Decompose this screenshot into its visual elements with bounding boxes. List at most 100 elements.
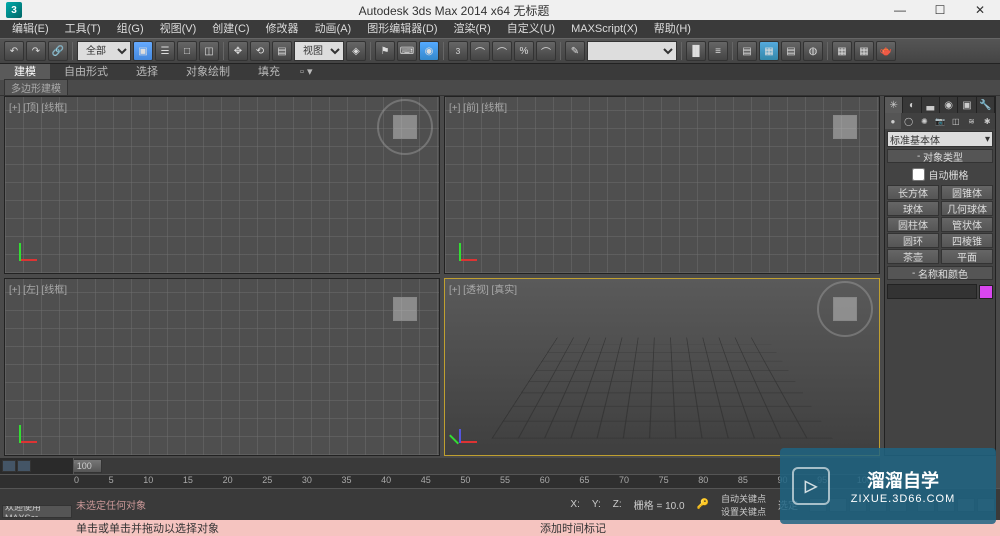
subtab-cameras[interactable]: 📷 <box>932 113 948 129</box>
rollout-name-color[interactable]: - 名称和颜色 <box>887 266 993 280</box>
key-icon[interactable]: 🔑 <box>691 499 715 510</box>
btn-plane[interactable]: 平面 <box>941 249 993 264</box>
tab-modify[interactable]: ◐ <box>903 97 921 113</box>
subtab-helpers[interactable]: ◫ <box>948 113 964 129</box>
link-button[interactable]: 🔗 <box>48 41 68 61</box>
tab-display[interactable]: ▣ <box>958 97 976 113</box>
select-name-button[interactable]: ☰ <box>155 41 175 61</box>
menu-render[interactable]: 渲染(R) <box>446 21 499 37</box>
menu-grapheditor[interactable]: 图形编辑器(D) <box>359 21 445 37</box>
viewport-label[interactable]: [+] [前] [线框] <box>449 99 507 114</box>
scale-button[interactable]: ▤ <box>272 41 292 61</box>
rollout-object-type[interactable]: - 对象类型 <box>887 149 993 163</box>
menu-maxscript[interactable]: MAXScript(X) <box>563 21 646 37</box>
btn-sphere[interactable]: 球体 <box>887 201 939 216</box>
btn-cone[interactable]: 圆锥体 <box>941 185 993 200</box>
subtab-shapes[interactable]: ◯ <box>901 113 917 129</box>
set-key-button[interactable]: 设置关键点 <box>721 505 766 518</box>
addtime-label[interactable]: 添加时间标记 <box>540 520 606 536</box>
viewport-left[interactable]: [+] [左] [线框] <box>4 278 440 456</box>
named-selection-dropdown[interactable] <box>587 41 677 61</box>
viewcube[interactable] <box>825 289 865 329</box>
render-frame-button[interactable]: ▦ <box>854 41 874 61</box>
curve-editor-button[interactable]: ▦ <box>759 41 779 61</box>
material-editor-button[interactable]: ◍ <box>803 41 823 61</box>
ribbon-min-icon[interactable]: ▫ ▾ <box>294 64 318 80</box>
align-button[interactable]: ≡ <box>708 41 728 61</box>
tab-utilities[interactable]: 🔧 <box>977 97 995 113</box>
subtab-geometry[interactable]: ● <box>885 113 901 129</box>
btn-box[interactable]: 长方体 <box>887 185 939 200</box>
undo-button[interactable]: ↶ <box>4 41 24 61</box>
viewcube[interactable] <box>385 107 425 147</box>
menu-edit[interactable]: 编辑(E) <box>4 21 57 37</box>
percent-button[interactable]: % <box>514 41 534 61</box>
spinner-snap-button[interactable]: ⌒ <box>492 41 512 61</box>
menu-group[interactable]: 组(G) <box>109 21 152 37</box>
menu-tools[interactable]: 工具(T) <box>57 21 109 37</box>
ribbon-tab-populate[interactable]: 填充 <box>244 64 294 80</box>
menu-view[interactable]: 视图(V) <box>152 21 205 37</box>
angle-snap-button[interactable]: 3 <box>448 41 468 61</box>
ribbon-tab-objectpaint[interactable]: 对象绘制 <box>172 64 244 80</box>
btn-pyramid[interactable]: 四棱锥 <box>941 233 993 248</box>
percent-snap-button[interactable]: ⌒ <box>470 41 490 61</box>
subtab-lights[interactable]: ✺ <box>916 113 932 129</box>
track-bar[interactable]: 0510152025303540455055606570758085909510… <box>0 474 880 488</box>
select-manip-button[interactable]: ⚑ <box>375 41 395 61</box>
btn-tube[interactable]: 管状体 <box>941 217 993 232</box>
color-swatch[interactable] <box>979 285 993 299</box>
viewport-top[interactable]: [+] [顶] [线框] <box>4 96 440 274</box>
mini-btn[interactable] <box>2 460 16 472</box>
maximize-button[interactable]: ☐ <box>920 0 960 20</box>
selection-filter-dropdown[interactable]: 全部 <box>77 41 131 61</box>
time-slider-track[interactable]: ▶ 0 / 100 <box>0 458 880 474</box>
move-button[interactable]: ✥ <box>228 41 248 61</box>
btn-torus[interactable]: 圆环 <box>887 233 939 248</box>
app-icon[interactable]: 3 <box>6 2 22 18</box>
pivot-button[interactable]: ◈ <box>346 41 366 61</box>
viewport-label[interactable]: [+] [透视] [真实] <box>449 281 517 296</box>
mirror-button[interactable]: ▐▌ <box>686 41 706 61</box>
keyboard-shortcut-button[interactable]: ⌨ <box>397 41 417 61</box>
select-rect-button[interactable]: □ <box>177 41 197 61</box>
subtab-spacewarps[interactable]: ≋ <box>964 113 980 129</box>
menu-create[interactable]: 创建(C) <box>204 21 257 37</box>
viewcube[interactable] <box>385 289 425 329</box>
named-sel-button[interactable]: ✎ <box>565 41 585 61</box>
btn-geosphere[interactable]: 几何球体 <box>941 201 993 216</box>
redo-button[interactable]: ↷ <box>26 41 46 61</box>
mini-btn[interactable] <box>17 460 31 472</box>
menu-customize[interactable]: 自定义(U) <box>499 21 563 37</box>
btn-cylinder[interactable]: 圆柱体 <box>887 217 939 232</box>
menu-help[interactable]: 帮助(H) <box>646 21 699 37</box>
select-window-button[interactable]: ◫ <box>199 41 219 61</box>
snap-toggle-button[interactable]: ◉ <box>419 41 439 61</box>
tab-hierarchy[interactable]: ▃ <box>922 97 940 113</box>
ribbon-tab-selection[interactable]: 选择 <box>122 64 172 80</box>
ribbon-tab-modeling[interactable]: 建模 <box>0 64 50 80</box>
viewcube[interactable] <box>825 107 865 147</box>
tab-motion[interactable]: ◉ <box>940 97 958 113</box>
menu-animation[interactable]: 动画(A) <box>307 21 360 37</box>
render-setup-button[interactable]: ▦ <box>832 41 852 61</box>
ribbon-polymodeling[interactable]: 多边形建模 <box>4 79 68 96</box>
autogrid-checkbox[interactable]: 自动栅格 <box>885 165 995 184</box>
layer-button[interactable]: ▤ <box>737 41 757 61</box>
object-name-input[interactable] <box>887 284 977 299</box>
ribbon-tab-freeform[interactable]: 自由形式 <box>50 64 122 80</box>
btn-teapot[interactable]: 茶壶 <box>887 249 939 264</box>
minimize-button[interactable]: — <box>880 0 920 20</box>
schematic-button[interactable]: ▤ <box>781 41 801 61</box>
viewport-perspective[interactable]: [+] [透视] [真实] <box>444 278 880 456</box>
menu-modifiers[interactable]: 修改器 <box>258 21 307 37</box>
tab-create[interactable]: ✳ <box>885 97 903 113</box>
subtab-systems[interactable]: ✱ <box>979 113 995 129</box>
category-dropdown[interactable]: 标准基本体▾ <box>887 131 993 147</box>
viewport-front[interactable]: [+] [前] [线框] <box>444 96 880 274</box>
spinner-button[interactable]: ⌒ <box>536 41 556 61</box>
render-button[interactable]: 🫖 <box>876 41 896 61</box>
close-button[interactable]: ✕ <box>960 0 1000 20</box>
ref-coord-dropdown[interactable]: 视图 <box>294 41 344 61</box>
select-button[interactable]: ▣ <box>133 41 153 61</box>
